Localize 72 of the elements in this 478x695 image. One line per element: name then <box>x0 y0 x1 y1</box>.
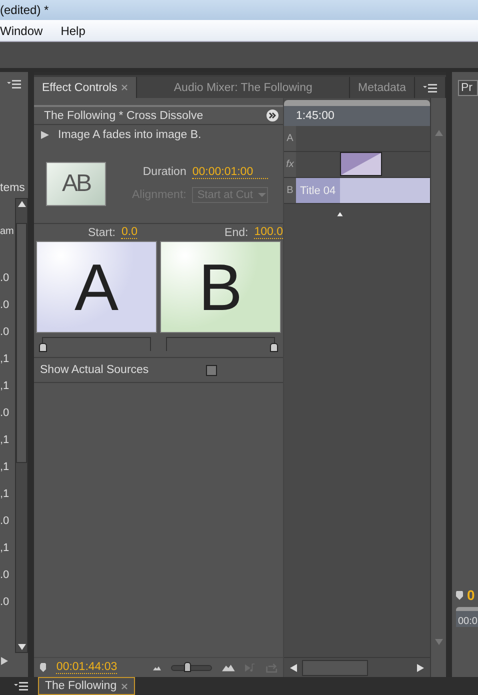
duration-value[interactable]: 00:00:01:00 <box>192 166 268 178</box>
panel-tab[interactable]: Effect Controls <box>34 77 138 98</box>
track-label: fx <box>284 152 296 177</box>
table-cell: .0 <box>0 596 10 608</box>
start-value[interactable]: 0.0 <box>121 226 138 239</box>
close-icon[interactable] <box>121 84 128 91</box>
close-icon[interactable] <box>120 682 128 690</box>
clip[interactable] <box>340 178 430 203</box>
panel-tab[interactable]: Metadata <box>350 77 415 98</box>
zoom-slider[interactable] <box>171 664 212 670</box>
effect-description: Image A fades into image B. <box>58 129 202 141</box>
window-title: (edited) * <box>0 3 49 17</box>
checkbox[interactable] <box>206 364 217 376</box>
start-label: Start: <box>88 226 116 238</box>
preview-image: B <box>160 241 281 333</box>
scrollbar-thumb[interactable] <box>16 223 27 463</box>
duration-label: Duration <box>142 166 186 178</box>
marker-icon[interactable] <box>456 590 463 600</box>
menu-item[interactable]: Window <box>0 24 43 38</box>
table-cell: .0 <box>0 407 10 419</box>
panel-menu-icon[interactable] <box>423 82 437 92</box>
time-ruler[interactable]: 00:0 <box>456 607 478 627</box>
playhead-icon[interactable] <box>336 210 344 217</box>
table-cell: .0 <box>0 299 10 311</box>
table-cell: ,1 <box>0 353 10 365</box>
slider-thumb[interactable] <box>39 343 47 352</box>
scroll-left-icon[interactable] <box>288 662 298 672</box>
end-label: End: <box>224 226 248 238</box>
transition-thumbnail: AB <box>46 162 106 206</box>
zoom-slider-thumb[interactable] <box>184 662 191 672</box>
slider[interactable] <box>166 337 275 351</box>
panel-tab[interactable]: Pr <box>458 80 478 96</box>
scroll-right-icon[interactable] <box>416 662 426 672</box>
track-label: A <box>284 126 296 151</box>
checkbox-label: Show Actual Sources <box>40 364 150 376</box>
clip-header: The Following * Cross Dissolve <box>34 105 283 125</box>
scroll-up-icon[interactable] <box>16 199 26 209</box>
marker-icon[interactable] <box>40 662 46 672</box>
sequence-tab[interactable]: The Following <box>38 677 135 695</box>
menu-item[interactable]: Help <box>60 24 86 38</box>
slider[interactable] <box>42 337 151 351</box>
table-cell: ,1 <box>0 542 10 554</box>
panel-tab[interactable]: Audio Mixer: The Following <box>137 77 350 98</box>
scrollbar-thumb[interactable] <box>302 660 368 676</box>
end-value[interactable]: 100.0 <box>254 226 283 239</box>
zoom-in-icon[interactable] <box>222 662 235 672</box>
time-ruler[interactable]: 1:45:00 <box>284 100 430 126</box>
table-cell: .0 <box>0 515 10 527</box>
timecode[interactable]: 0 <box>467 587 475 603</box>
panel-menu-icon[interactable] <box>7 79 21 89</box>
scrollbar[interactable] <box>15 198 28 653</box>
table-cell: ,1 <box>0 488 10 500</box>
track-label: B <box>284 178 296 203</box>
table-cell: .0 <box>0 326 10 338</box>
horizontal-scrollbar[interactable] <box>284 657 430 677</box>
preview-image: A <box>36 241 157 333</box>
table-cell: .0 <box>0 569 10 581</box>
panel-menu-icon[interactable] <box>14 681 28 691</box>
table-cell: .0 <box>0 272 10 284</box>
table-cell: ,1 <box>0 434 10 446</box>
table-cell: ,1 <box>0 461 10 473</box>
scroll-right-icon[interactable] <box>0 656 10 666</box>
play-icon[interactable] <box>40 130 50 140</box>
scroll-down-icon[interactable] <box>16 642 26 652</box>
slider-thumb[interactable] <box>270 343 278 352</box>
column-header: am <box>0 226 14 237</box>
transition-clip[interactable] <box>340 152 382 176</box>
forward-icon[interactable] <box>266 109 279 122</box>
table-cell: ,1 <box>0 380 10 392</box>
panel-label: tems <box>0 182 25 194</box>
timecode[interactable]: 00:01:44:03 <box>56 661 118 674</box>
clip[interactable]: Title 04 <box>296 178 340 203</box>
